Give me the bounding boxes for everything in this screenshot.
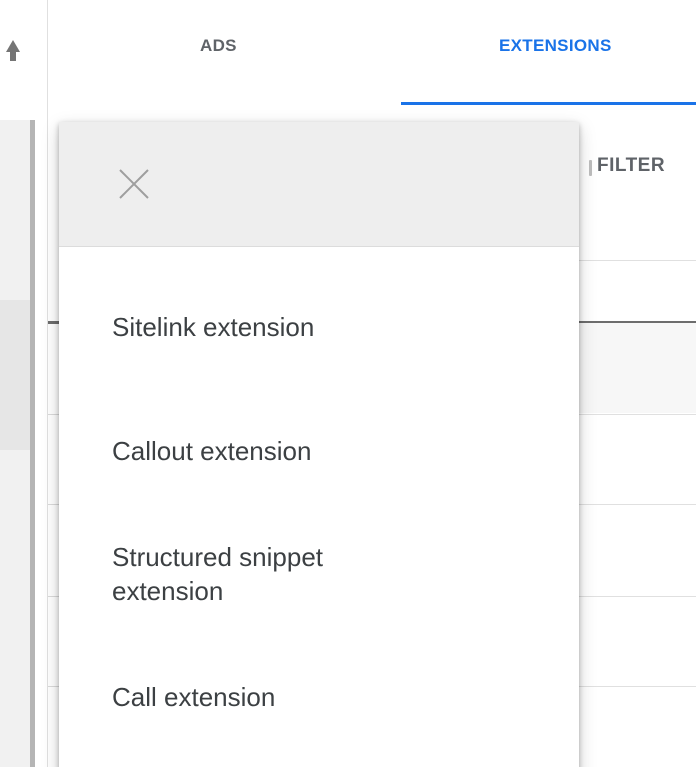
- extension-type-menu: Sitelink extension Callout extension Str…: [59, 122, 579, 767]
- menu-item-sitelink-extension[interactable]: Sitelink extension: [112, 310, 314, 344]
- divider: [578, 260, 696, 261]
- close-button[interactable]: [114, 164, 154, 204]
- table-row-divider: [578, 596, 696, 597]
- active-tab-indicator: [401, 102, 696, 105]
- table-row-divider: [578, 686, 696, 687]
- close-icon: [119, 169, 149, 199]
- table-row-divider: [578, 414, 696, 415]
- tab-ads[interactable]: ADS: [200, 36, 237, 56]
- side-scrollbar[interactable]: [30, 120, 35, 767]
- tab-extensions[interactable]: EXTENSIONS: [499, 36, 612, 56]
- menu-item-callout-extension[interactable]: Callout extension: [112, 434, 311, 468]
- app-root: ADS EXTENSIONS FILTER Sitelink extension…: [0, 0, 696, 767]
- side-panel-highlight: [0, 300, 30, 450]
- cursor-arrow-stem: [10, 51, 16, 61]
- tab-bar: ADS EXTENSIONS: [49, 0, 696, 105]
- table-header-row: [578, 323, 696, 413]
- filter-icon[interactable]: [589, 160, 592, 176]
- menu-header: [59, 122, 579, 247]
- filter-button[interactable]: FILTER: [597, 155, 665, 177]
- left-rail: [0, 0, 48, 767]
- menu-item-structured-snippet-extension[interactable]: Structured snippet extension: [112, 540, 432, 608]
- menu-item-call-extension[interactable]: Call extension: [112, 680, 275, 714]
- table-row-divider: [578, 504, 696, 505]
